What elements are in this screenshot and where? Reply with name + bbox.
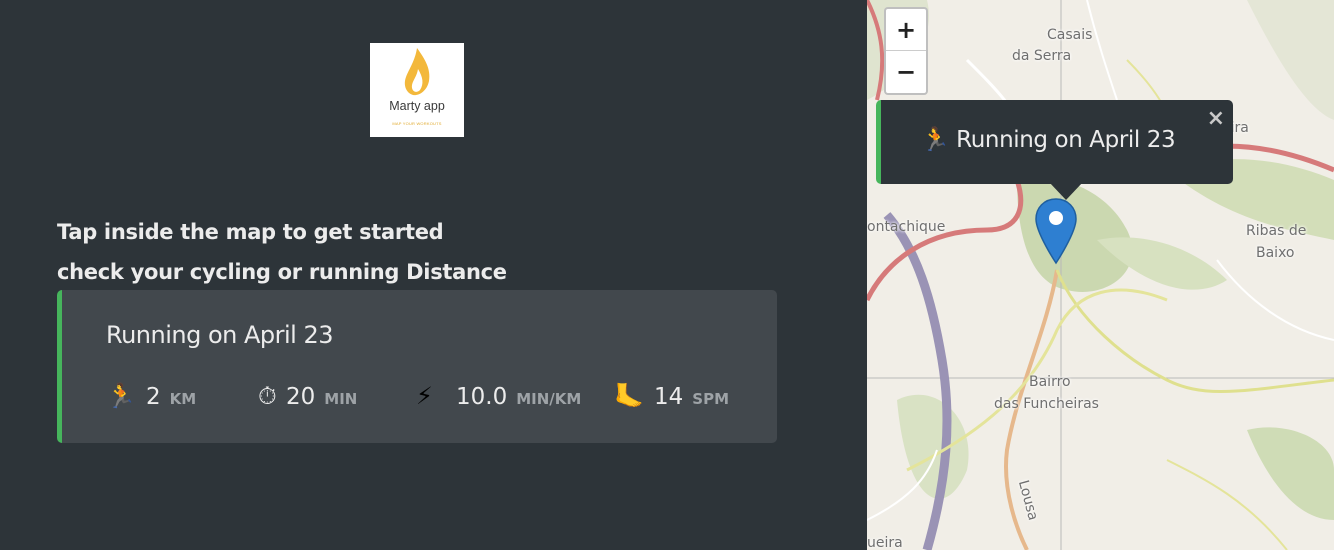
cadence-unit: SPM <box>692 390 730 408</box>
running-person-icon: 🏃 <box>921 127 950 153</box>
duration-unit: MIN <box>324 390 358 408</box>
pace-unit: MIN/KM <box>516 390 582 408</box>
map[interactable]: Casais da Serra eira ontachique Ribas de… <box>867 0 1334 550</box>
map-label-ontachique: ontachique <box>867 219 946 235</box>
instructions-line-1: Tap inside the map to get started <box>57 220 444 244</box>
workout-distance: 🏃 2 KM <box>106 382 196 414</box>
logo-name: Marty app <box>389 99 445 113</box>
map-label-casais: Casais <box>1047 27 1093 43</box>
app-logo[interactable]: Marty app MAP YOUR WORKOUTS <box>370 43 464 137</box>
workout-pace: ⚡ 10.0 MIN/KM <box>416 382 581 414</box>
distance-value: 2 <box>146 384 161 410</box>
map-popup[interactable]: 🏃 Running on April 23 × <box>876 100 1233 200</box>
pace-value: 10.0 <box>456 384 508 410</box>
workout-card[interactable]: Running on April 23 🏃 2 KM ⏱ 20 MIN ⚡ 10… <box>57 290 777 443</box>
map-label-ribas-de: Ribas de <box>1246 223 1307 239</box>
zoom-in-button[interactable]: + <box>886 9 926 51</box>
instructions: Tap inside the map to get started check … <box>57 212 507 292</box>
workout-title: Running on April 23 <box>106 321 334 349</box>
running-person-icon: 🏃 <box>106 382 136 410</box>
zoom-out-button[interactable]: − <box>886 51 926 93</box>
map-label-das-funcheiras: das Funcheiras <box>994 396 1099 412</box>
flame-icon <box>404 48 430 96</box>
location-marker-icon[interactable] <box>1034 197 1078 265</box>
lightning-icon: ⚡ <box>416 382 433 410</box>
instructions-line-2: check your cycling or running Distance <box>57 260 507 284</box>
popup-text: Running on April 23 <box>956 127 1176 153</box>
map-label-ueira: ueira <box>867 535 903 550</box>
foot-icon: 🦶 <box>614 382 644 410</box>
logo-tagline: MAP YOUR WORKOUTS <box>392 121 442 126</box>
map-tiles[interactable] <box>867 0 1334 550</box>
map-label-da-serra: da Serra <box>1012 48 1072 64</box>
duration-value: 20 <box>286 384 316 410</box>
zoom-control: + − <box>884 7 928 95</box>
sidebar: Marty app MAP YOUR WORKOUTS Tap inside t… <box>0 0 867 550</box>
cadence-value: 14 <box>654 384 684 410</box>
map-label-bairro: Bairro <box>1029 374 1071 390</box>
map-label-baixo: Baixo <box>1256 245 1295 261</box>
distance-unit: KM <box>169 390 197 408</box>
popup-content: 🏃 Running on April 23 <box>921 126 1176 153</box>
workout-duration: ⏱ 20 MIN <box>258 382 357 414</box>
close-icon[interactable]: × <box>1207 106 1225 131</box>
stopwatch-icon: ⏱ <box>258 382 277 410</box>
workout-cadence: 🦶 14 SPM <box>614 382 729 414</box>
